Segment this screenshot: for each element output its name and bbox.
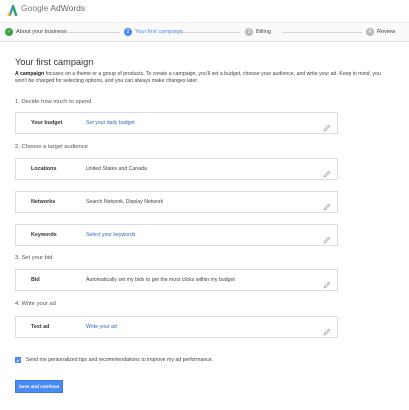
checkmark-icon: ✓ (5, 28, 13, 36)
step-about-business[interactable]: ✓ About your business (5, 28, 67, 36)
setup-progress-steps: ✓ About your business 2 Your first campa… (0, 22, 409, 42)
pencil-icon[interactable] (323, 276, 331, 289)
pencil-icon[interactable] (323, 165, 331, 178)
step-connector (180, 32, 240, 33)
step-label: Review (377, 29, 396, 35)
step-connector (68, 32, 120, 33)
card-label: Networks (31, 199, 56, 205)
page-title: Your first campaign (15, 57, 94, 67)
set-budget-link[interactable]: Set your daily budget (86, 120, 135, 126)
step-first-campaign[interactable]: 2 Your first campaign (124, 28, 183, 36)
select-keywords-link[interactable]: Select your keywords (86, 232, 135, 238)
intro-bold: A campaign (15, 71, 45, 77)
step-number-badge: 2 (124, 28, 132, 36)
pencil-icon[interactable] (323, 198, 331, 211)
card-label: Locations (31, 166, 57, 172)
step-label: About your business (16, 29, 67, 35)
textad-card[interactable]: Text ad Write your ad (15, 316, 338, 338)
card-label: Text ad (31, 324, 50, 330)
card-label: Bid (31, 277, 40, 283)
pencil-icon[interactable] (323, 323, 331, 336)
bid-value: Automatically set my bids to get the mos… (86, 277, 235, 283)
pencil-icon[interactable] (323, 119, 331, 132)
tips-label: Send me personalized tips and recommenda… (26, 357, 214, 363)
page-intro: A campaign focuses on a theme or a group… (15, 71, 385, 85)
budget-card[interactable]: Your budget Set your daily budget (15, 112, 338, 134)
step-billing[interactable]: 3 Billing (245, 28, 271, 36)
networks-value: Search Network, Display Network (86, 199, 164, 205)
section-title-budget: 1. Decide how much to spend (15, 99, 92, 105)
tips-option[interactable]: Send me personalized tips and recommenda… (15, 357, 213, 363)
locations-value: United States and Canada (86, 166, 147, 172)
tips-checkbox[interactable] (15, 357, 21, 363)
write-ad-link[interactable]: Write your ad (86, 324, 117, 330)
section-title-bid: 3. Set your bid (15, 255, 53, 261)
brand-product: AdWords (50, 3, 86, 13)
step-label: Your first campaign (135, 29, 183, 35)
pencil-icon[interactable] (323, 231, 331, 244)
locations-card[interactable]: Locations United States and Canada (15, 158, 338, 180)
card-label: Keywords (31, 232, 57, 238)
card-label: Your budget (31, 120, 63, 126)
keywords-card[interactable]: Keywords Select your keywords (15, 224, 338, 246)
bid-card[interactable]: Bid Automatically set my bids to get the… (15, 269, 338, 291)
networks-card[interactable]: Networks Search Network, Display Network (15, 191, 338, 213)
checkmark-icon (16, 358, 20, 362)
save-and-continue-button[interactable]: Save and continue (15, 380, 63, 393)
app-brand: Google AdWords (21, 3, 85, 13)
section-title-audience: 2. Choose a target audience (15, 144, 88, 150)
step-review[interactable]: 4 Review (366, 28, 395, 36)
brand-google: Google (21, 3, 49, 13)
adwords-logo-icon (6, 2, 18, 17)
step-connector (282, 32, 362, 33)
app-header: Google AdWords (0, 0, 409, 18)
step-label: Billing (256, 29, 271, 35)
step-number-badge: 3 (245, 28, 253, 36)
section-title-ad: 4. Write your ad (15, 301, 56, 307)
step-number-badge: 4 (366, 28, 374, 36)
intro-text: focuses on a theme or a group of product… (15, 71, 381, 84)
